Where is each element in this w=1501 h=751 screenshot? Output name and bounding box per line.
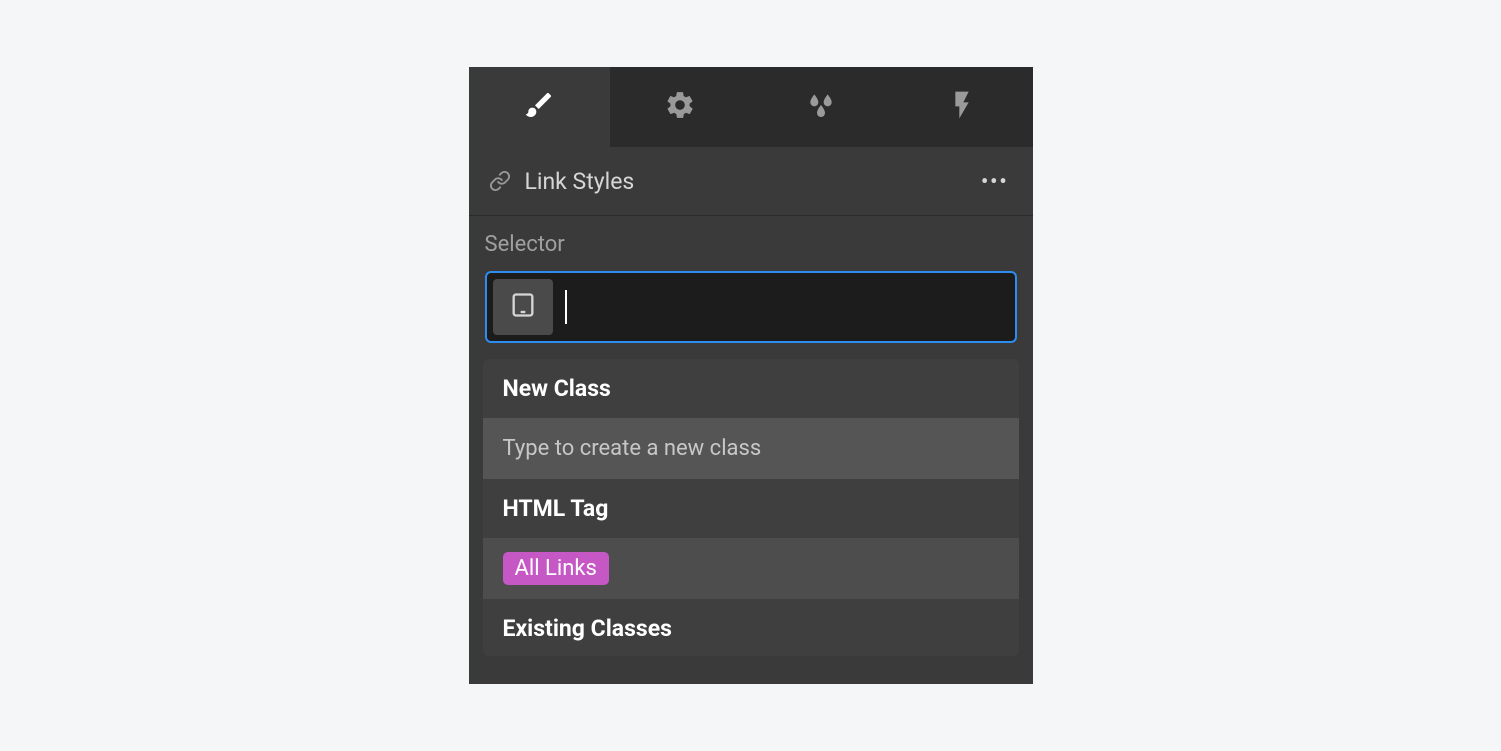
drops-icon xyxy=(805,89,837,125)
dropdown-item-all-links[interactable]: All Links xyxy=(483,538,1019,599)
style-panel: Link Styles ••• Selector New Class Type … xyxy=(469,67,1033,684)
panel-tabs xyxy=(469,67,1033,147)
dropdown-header-new-class: New Class xyxy=(483,359,1019,418)
tab-settings[interactable] xyxy=(610,67,751,147)
tab-style[interactable] xyxy=(469,67,610,147)
dropdown-header-html-tag: HTML Tag xyxy=(483,479,1019,538)
tag-pill-all-links: All Links xyxy=(503,552,609,585)
selector-label: Selector xyxy=(485,232,1017,257)
panel-header: Link Styles ••• xyxy=(469,147,1033,216)
link-icon xyxy=(489,170,511,192)
dropdown-hint-new-class[interactable]: Type to create a new class xyxy=(483,418,1019,479)
more-button[interactable]: ••• xyxy=(977,165,1013,197)
selector-section: Selector xyxy=(469,216,1033,353)
device-icon xyxy=(509,291,537,323)
ellipsis-icon: ••• xyxy=(981,169,1009,193)
selector-input-container[interactable] xyxy=(485,271,1017,343)
device-toggle[interactable] xyxy=(493,279,553,335)
brush-icon xyxy=(523,89,555,125)
dropdown-header-existing: Existing Classes xyxy=(483,599,1019,656)
tab-effects[interactable] xyxy=(892,67,1033,147)
gear-icon xyxy=(664,89,696,125)
bolt-icon xyxy=(946,89,978,125)
selector-dropdown: New Class Type to create a new class HTM… xyxy=(483,359,1019,656)
tab-interactions[interactable] xyxy=(751,67,892,147)
panel-title: Link Styles xyxy=(525,168,963,195)
text-cursor xyxy=(565,290,567,324)
